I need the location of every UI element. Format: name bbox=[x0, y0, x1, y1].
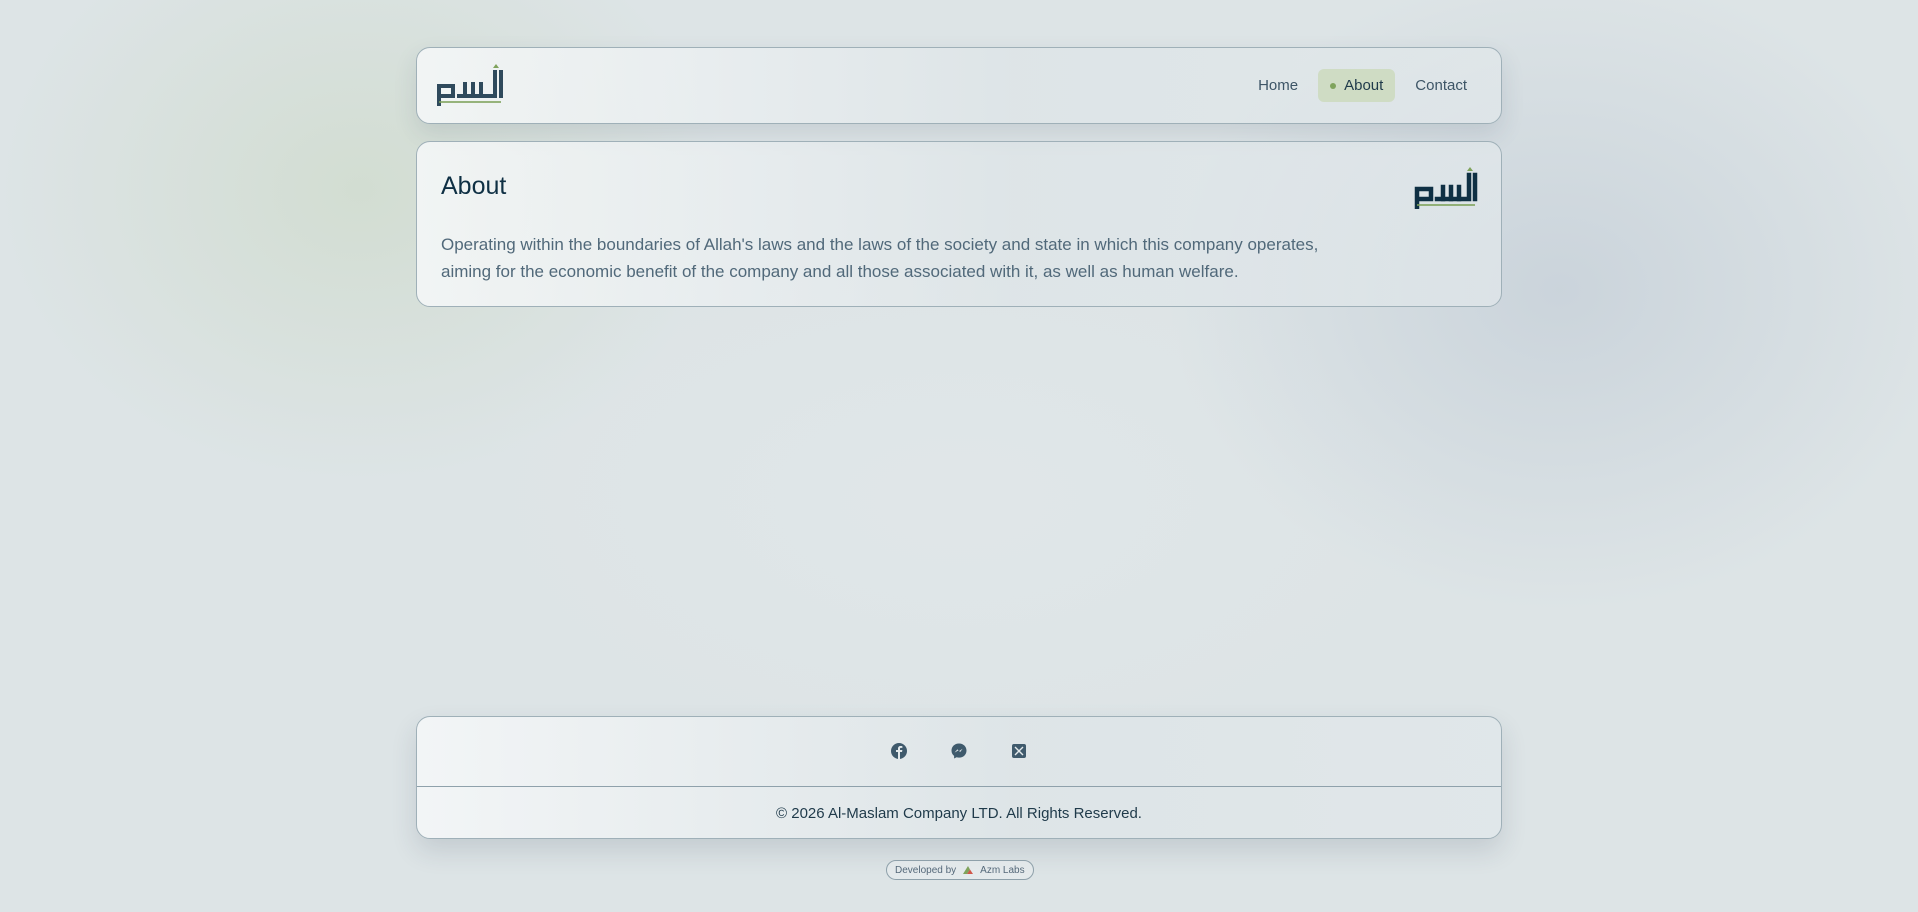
x-twitter-icon[interactable] bbox=[1010, 742, 1028, 760]
nav-contact-link[interactable]: Contact bbox=[1401, 69, 1481, 102]
nav-about-label: About bbox=[1344, 77, 1384, 94]
about-line-2: aiming for the economic benefit of the c… bbox=[441, 262, 1239, 281]
messenger-icon[interactable] bbox=[950, 742, 968, 760]
company-logo[interactable] bbox=[435, 62, 505, 106]
about-section: About Operating within the boundaries of… bbox=[416, 141, 1502, 307]
page-title: About bbox=[441, 172, 507, 200]
footer-divider bbox=[417, 786, 1501, 787]
company-logo-large bbox=[1414, 167, 1478, 209]
site-footer: © 2026 Al-Maslam Company LTD. All Rights… bbox=[416, 716, 1502, 839]
site-header: Home About Contact bbox=[416, 47, 1502, 124]
main-nav: Home About Contact bbox=[1244, 69, 1481, 102]
active-indicator-dot bbox=[1330, 82, 1337, 89]
about-line-1: Operating within the boundaries of Allah… bbox=[441, 235, 1319, 254]
copyright-text: © 2026 Al-Maslam Company LTD. All Rights… bbox=[776, 805, 1142, 822]
nav-about-link[interactable]: About bbox=[1318, 69, 1396, 102]
nav-home-link[interactable]: Home bbox=[1244, 69, 1312, 102]
developer-badge-prefix: Developed by bbox=[895, 864, 957, 876]
developer-badge-name: Azm Labs bbox=[980, 864, 1025, 876]
developer-badge[interactable]: Developed by Azm Labs bbox=[886, 860, 1034, 880]
azm-labs-logo-icon bbox=[963, 866, 974, 874]
facebook-icon[interactable] bbox=[890, 742, 908, 760]
social-links bbox=[417, 742, 1501, 760]
about-description: Operating within the boundaries of Allah… bbox=[441, 231, 1341, 285]
